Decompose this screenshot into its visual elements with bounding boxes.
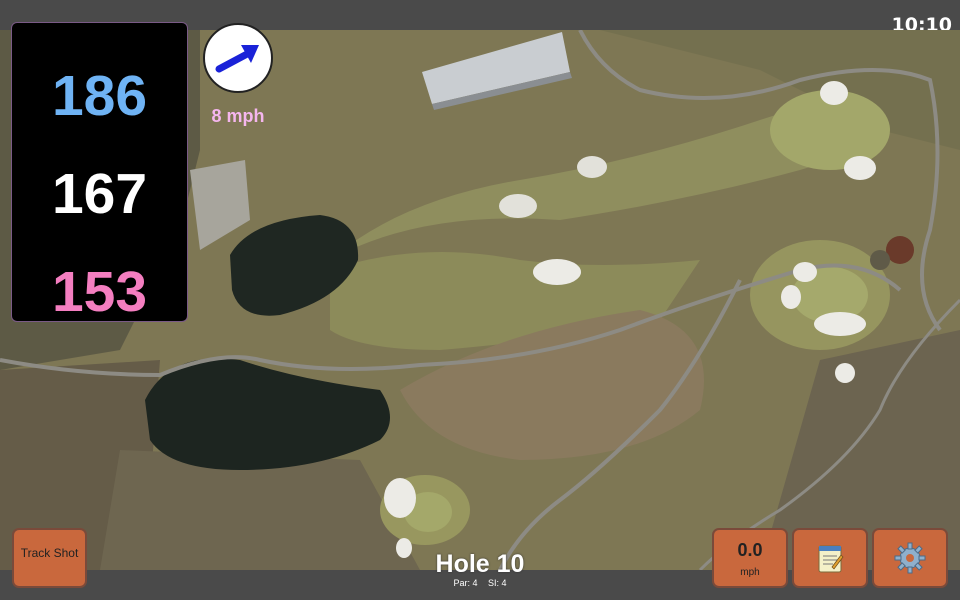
hole-info: Par: 4 SI: 4 [380,578,580,588]
wind-direction-indicator [203,23,273,93]
notes-button[interactable] [792,528,868,588]
hole-title: Hole 10 [435,550,525,578]
track-shot-button[interactable]: Track Shot [12,528,87,588]
distance-front: 153 [51,260,148,324]
track-shot-label: Track Shot [20,546,79,560]
wind-arrow-icon [215,45,259,73]
distance-panel: 186 167 153 [11,22,188,324]
wind-speed-unit: mph [740,567,760,578]
distance-back: 186 [51,64,148,128]
settings-button[interactable] [872,528,948,588]
wind-speed-button[interactable]: 0.0 mph [712,528,788,588]
wind-speed-value: 0.0 [737,540,763,560]
wind-speed: 8 mph [211,106,265,126]
notepad-icon [818,545,844,573]
hole-stroke-index: SI: 4 [488,578,507,588]
distance-middle: 167 [51,162,148,226]
hole-par: Par: 4 [453,578,478,588]
gear-icon [894,542,926,574]
